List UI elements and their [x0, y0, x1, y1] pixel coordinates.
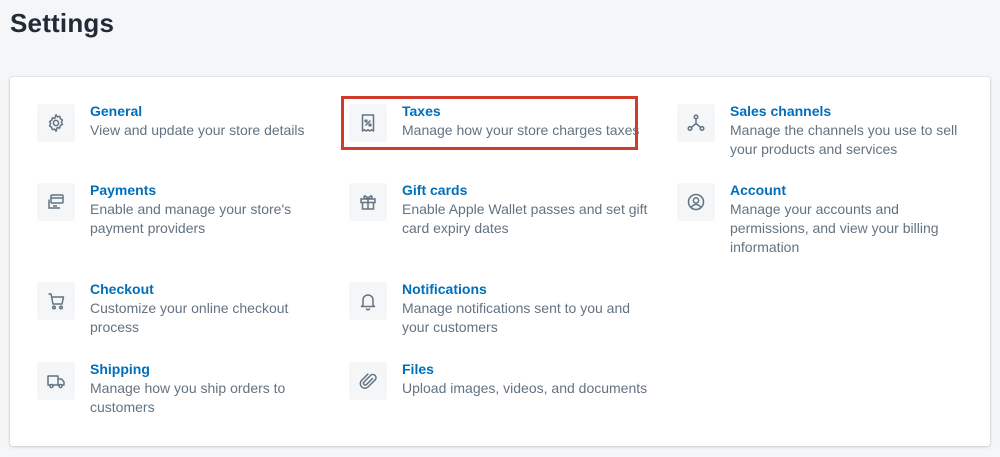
- payments-icon: [37, 183, 75, 221]
- setting-notifications-desc-1: Manage notifications sent to you and: [402, 300, 631, 316]
- setting-sales-channels-title[interactable]: Sales channels: [730, 102, 957, 121]
- setting-checkout[interactable]: Checkout Customize your online checkout …: [37, 280, 289, 337]
- setting-payments-desc-2: payment providers: [90, 220, 206, 236]
- setting-payments-title[interactable]: Payments: [90, 181, 291, 200]
- cart-icon: [37, 282, 75, 320]
- setting-notifications-title[interactable]: Notifications: [402, 280, 630, 299]
- page-title: Settings: [10, 8, 115, 38]
- setting-checkout-desc-1: Customize your online checkout: [90, 300, 289, 316]
- setting-sales-channels-desc-1: Manage the channels you use to sell: [730, 122, 958, 138]
- settings-card: General View and update your store detai…: [10, 77, 990, 446]
- bell-icon: [349, 282, 387, 320]
- setting-files[interactable]: Files Upload images, videos, and documen…: [349, 360, 648, 400]
- setting-taxes[interactable]: Taxes Manage how your store charges taxe…: [349, 102, 640, 142]
- account-icon: [677, 183, 715, 221]
- setting-checkout-desc-2: process: [90, 319, 140, 335]
- setting-gift-cards[interactable]: Gift cards Enable Apple Wallet passes an…: [349, 181, 648, 238]
- setting-sales-channels-desc-2: your products and services: [730, 141, 898, 157]
- setting-account-title[interactable]: Account: [730, 181, 939, 200]
- gear-icon: [37, 104, 75, 142]
- setting-shipping[interactable]: Shipping Manage how you ship orders to c…: [37, 360, 286, 417]
- setting-notifications[interactable]: Notifications Manage notifications sent …: [349, 280, 631, 337]
- setting-general-title[interactable]: General: [90, 102, 305, 121]
- setting-checkout-title[interactable]: Checkout: [90, 280, 288, 299]
- setting-account-desc-3: information: [730, 239, 800, 255]
- setting-gift-cards-desc-1: Enable Apple Wallet passes and set gift: [402, 201, 648, 217]
- setting-taxes-title[interactable]: Taxes: [402, 102, 639, 121]
- setting-payments-desc-1: Enable and manage your store's: [90, 201, 292, 217]
- gift-icon: [349, 183, 387, 221]
- setting-general-desc: View and update your store details: [90, 122, 305, 138]
- setting-payments[interactable]: Payments Enable and manage your store's …: [37, 181, 292, 238]
- setting-files-title[interactable]: Files: [402, 360, 647, 379]
- setting-account-desc-2: permissions, and view your billing: [730, 220, 939, 236]
- setting-account[interactable]: Account Manage your accounts and permiss…: [677, 181, 939, 257]
- setting-taxes-desc: Manage how your store charges taxes: [402, 122, 640, 138]
- setting-shipping-desc-1: Manage how you ship orders to: [90, 380, 286, 396]
- setting-account-desc-1: Manage your accounts and: [730, 201, 899, 217]
- setting-gift-cards-desc-2: card expiry dates: [402, 220, 509, 236]
- paperclip-icon: [349, 362, 387, 400]
- setting-gift-cards-title[interactable]: Gift cards: [402, 181, 647, 200]
- sales-channels-icon: [677, 104, 715, 142]
- setting-notifications-desc-2: your customers: [402, 319, 498, 335]
- setting-files-desc: Upload images, videos, and documents: [402, 380, 648, 396]
- setting-sales-channels[interactable]: Sales channels Manage the channels you u…: [677, 102, 958, 159]
- setting-shipping-desc-2: customers: [90, 399, 155, 415]
- tax-receipt-icon: [349, 104, 387, 142]
- truck-icon: [37, 362, 75, 400]
- setting-shipping-title[interactable]: Shipping: [90, 360, 285, 379]
- setting-general[interactable]: General View and update your store detai…: [37, 102, 305, 142]
